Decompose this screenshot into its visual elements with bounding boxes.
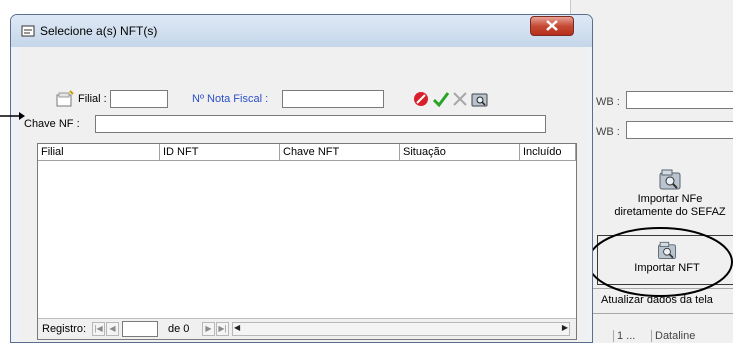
chave-nf-label: Chave NF : — [24, 118, 80, 130]
separator — [591, 313, 733, 314]
column-header-id-nft[interactable]: ID NFT — [160, 144, 280, 161]
import-nfe-label-1: Importar NFe — [637, 193, 703, 205]
scroll-right-icon[interactable]: ▶ — [562, 323, 568, 332]
clear-x-icon[interactable] — [450, 89, 470, 109]
record-count-label: de 0 — [168, 323, 190, 335]
horizontal-scrollbar[interactable]: ◀ ▶ — [232, 322, 570, 336]
record-number-input[interactable] — [122, 321, 158, 337]
confirm-check-icon[interactable] — [431, 89, 451, 109]
folder-search-icon[interactable] — [470, 89, 490, 109]
scroll-left-icon[interactable]: ◀ — [234, 323, 240, 332]
registro-label: Registro: — [42, 323, 87, 335]
folder-search-icon — [659, 169, 681, 190]
filial-label: Filial : — [78, 93, 107, 105]
pointer-arrow — [0, 112, 25, 120]
close-icon — [546, 20, 558, 31]
first-record-button[interactable]: |◀ — [92, 322, 105, 336]
dialog-titlebar[interactable]: Selecione a(s) NFT(s) — [11, 15, 592, 47]
column-header-chave-nft[interactable]: Chave NFT — [280, 144, 400, 161]
select-nft-dialog: Selecione a(s) NFT(s) Filial : Nº Nota F… — [10, 14, 593, 343]
close-button[interactable] — [530, 16, 574, 36]
prev-record-button[interactable]: ◀ — [106, 322, 119, 336]
nota-fiscal-label: Nº Nota Fiscal : — [192, 93, 269, 105]
wb-label-2: WB : — [596, 126, 620, 138]
grid-statusbar: Registro: |◀ ◀ de 0 ▶ ▶| ◀ ▶ — [38, 318, 576, 339]
last-record-button[interactable]: ▶| — [216, 322, 229, 336]
bottom-tab-2[interactable]: Dataline — [651, 330, 695, 342]
column-header-incluido[interactable]: Incluído — [520, 144, 576, 161]
nft-grid: Filial ID NFT Chave NFT Situação Incluíd… — [37, 143, 577, 340]
column-header-filial[interactable]: Filial — [38, 144, 160, 161]
wb-label-1: WB : — [596, 96, 620, 108]
new-document-icon[interactable] — [55, 89, 75, 109]
column-header-situacao[interactable]: Situação — [400, 144, 520, 161]
cancel-icon[interactable] — [411, 89, 431, 109]
chave-nf-input[interactable] — [95, 115, 546, 133]
import-nfe-label-2: diretamente do SEFAZ — [614, 206, 726, 218]
wb-input-2[interactable] — [626, 121, 733, 139]
wb-input-1[interactable] — [626, 91, 733, 109]
highlight-ellipse — [587, 227, 733, 297]
bottom-tab-1[interactable]: 1 ... — [613, 330, 635, 342]
window-icon — [21, 25, 35, 37]
dialog-title: Selecione a(s) NFT(s) — [40, 24, 158, 38]
nota-fiscal-input[interactable] — [282, 90, 384, 108]
filial-input[interactable] — [110, 90, 168, 108]
next-record-button[interactable]: ▶ — [202, 322, 215, 336]
